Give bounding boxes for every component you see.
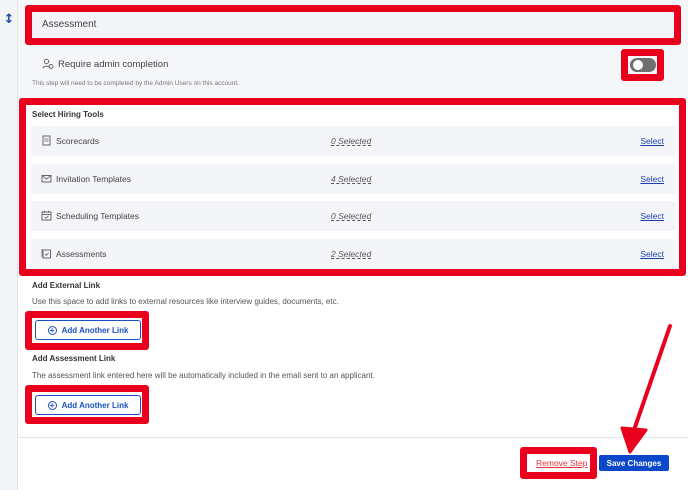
highlight-box-external-link xyxy=(25,311,149,350)
highlight-box-hiring-tools xyxy=(19,98,686,276)
drag-handle-icon[interactable]: ↕ xyxy=(3,12,15,28)
require-admin-label: Require admin completion xyxy=(58,59,169,70)
highlight-box-step-name xyxy=(25,5,681,45)
footer-divider xyxy=(18,437,688,438)
assessment-link-description: The assessment link entered here will be… xyxy=(32,371,375,380)
external-link-description: Use this space to add links to external … xyxy=(32,297,339,306)
highlight-box-remove-step xyxy=(520,447,597,479)
assessment-link-title: Add Assessment Link xyxy=(32,354,116,363)
admin-users-icon xyxy=(42,58,54,69)
highlight-box-toggle xyxy=(621,49,664,81)
step-editor-panel: Require admin completion This step will … xyxy=(18,0,688,490)
highlight-box-assessment-link xyxy=(25,385,149,424)
left-rail: ↕ xyxy=(0,0,18,490)
external-link-title: Add External Link xyxy=(32,281,101,290)
save-changes-button[interactable]: Save Changes xyxy=(599,455,669,471)
require-admin-help: This step will need to be completed by t… xyxy=(32,80,240,87)
